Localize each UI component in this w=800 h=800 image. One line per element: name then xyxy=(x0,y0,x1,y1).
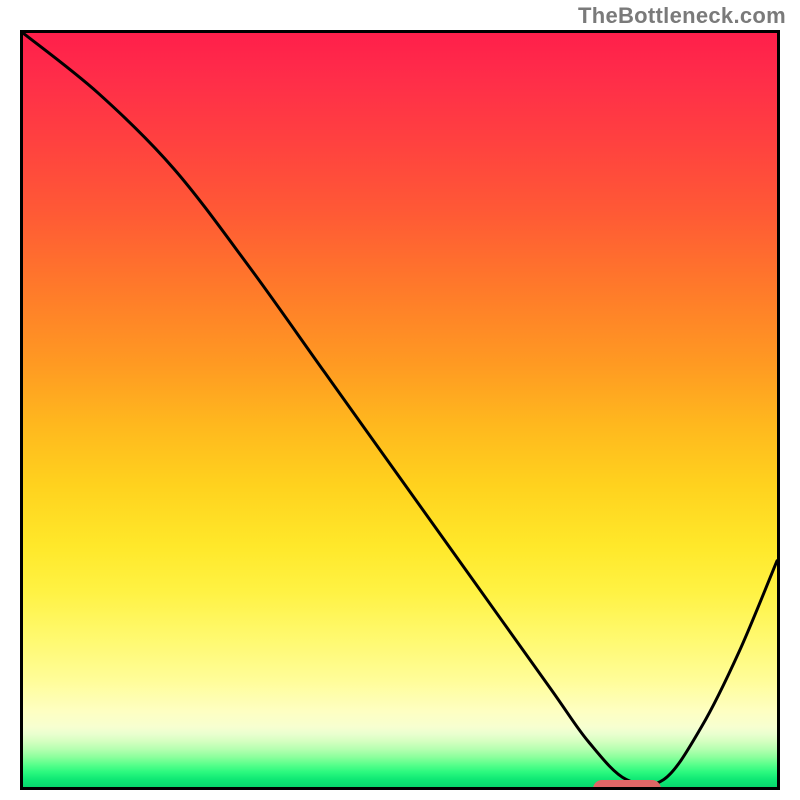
watermark-text: TheBottleneck.com xyxy=(578,3,786,29)
optimal-range-marker xyxy=(593,780,661,790)
chart-curve-layer xyxy=(23,33,777,787)
bottleneck-curve-path xyxy=(23,33,777,785)
chart-plot-area xyxy=(20,30,780,790)
